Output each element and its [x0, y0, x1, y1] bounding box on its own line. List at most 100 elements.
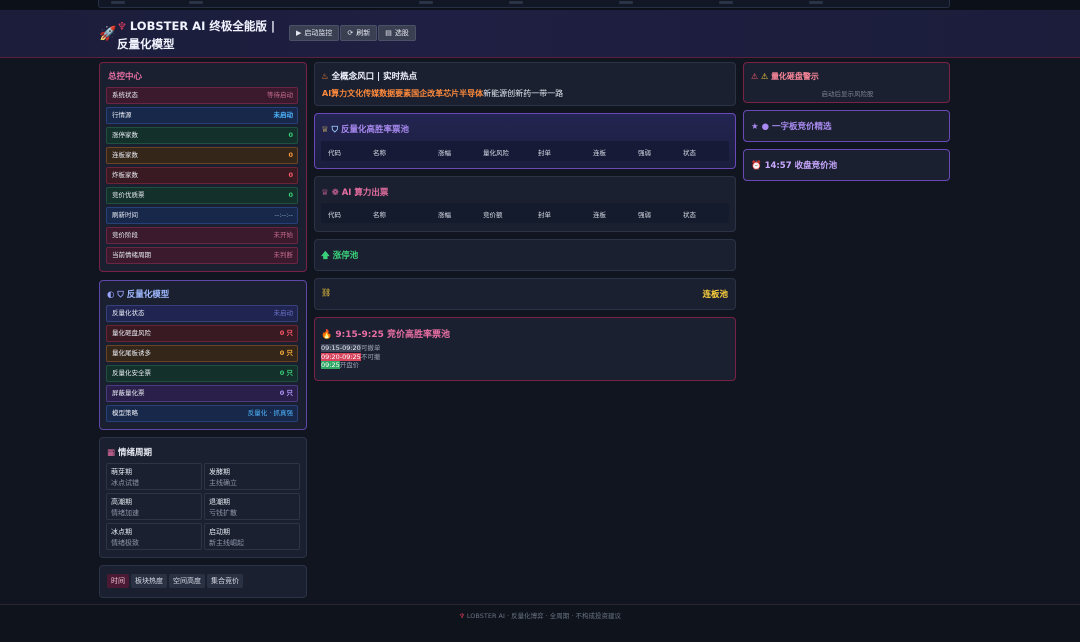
cell-desc: 新主线崛起 [209, 539, 244, 547]
one-word-board-panel: ★ ● 一字板竞价精选 [743, 110, 950, 142]
lobster-icon: ♆ [117, 20, 127, 33]
emotion-cell: 冰点期 情绪极致 [106, 523, 202, 550]
cell-name: 高潮期 [111, 498, 132, 506]
concept-tag[interactable]: 新能源 [483, 89, 507, 98]
column-header: 代码 [328, 149, 341, 157]
row-label: 竞价优质票 [112, 191, 145, 199]
button-label: 刷新 [356, 29, 371, 37]
hot-title-text: 全概念风口 | 实时热点 [331, 72, 418, 82]
alarm-clock-icon: ⏰ [751, 161, 762, 171]
anti-quant-row: 量化砸盘风险 0 只 [106, 325, 298, 342]
consecutive-pool-title: 连板池 [702, 290, 728, 300]
concept-tag[interactable]: 文化传媒 [347, 89, 379, 98]
cell-name: 退潮期 [209, 498, 230, 506]
brain-icon: ❁ [331, 188, 339, 198]
column-header: 代码 [328, 211, 341, 219]
emotion-cell: 启动期 新主线崛起 [204, 523, 300, 550]
cell-desc: 主线确立 [209, 479, 237, 487]
row-label: 刷新时间 [112, 211, 138, 219]
row-value: 0 [288, 171, 293, 179]
row-label: 连板家数 [112, 151, 138, 159]
schedule-text: 不可撤 [360, 352, 381, 361]
row-label: 行情源 [112, 111, 132, 119]
warning-icon: ⚠ [760, 72, 769, 81]
emotion-cell: 萌芽期 冰点试错 [106, 463, 202, 490]
tab-space-height[interactable]: 空间高度 [169, 574, 205, 588]
pool-title-text: 涨停池 [332, 251, 359, 261]
column-header: 连板 [593, 149, 606, 157]
limit-up-pool-panel: 🡅 涨停池 [314, 239, 736, 271]
anti-quant-row: 反量化状态 未启动 [106, 305, 298, 322]
column-header: 状态 [683, 149, 696, 157]
control-row: 涨停家数 0 [106, 127, 298, 144]
emotion-cycle-title: ▦ 情绪周期 [107, 446, 152, 458]
title-line-1: LOBSTER AI 终极全能版 | [129, 19, 276, 33]
anti-quant-pool-panel: ♕ ⛉ 反量化高胜率票池 代码 名称 涨幅 量化风险 封单 连板 强弱 状态 [314, 113, 736, 169]
control-row: 连板家数 0 [106, 147, 298, 164]
tab-time[interactable]: 时间 [107, 574, 129, 588]
emotion-cell: 发酵期 主线确立 [204, 463, 300, 490]
warning-title-text: 量化砸盘警示 [770, 72, 819, 81]
row-value: 未启动 [273, 309, 294, 317]
column-header: 量化风险 [483, 149, 509, 157]
row-label: 反量化安全票 [112, 369, 151, 377]
concept-tag[interactable]: 一带一路 [531, 89, 563, 98]
header-actions: ▶ 启动监控 ⟳ 刷新 ▤ 选股 [289, 25, 416, 41]
concept-tag[interactable]: AI算力 [322, 89, 347, 98]
rocket-icon: 🚀 [99, 26, 117, 42]
column-header: 竞价额 [483, 211, 503, 219]
row-value: 未判断 [273, 251, 294, 259]
row-label: 量化尾板诱多 [112, 349, 151, 357]
schedule-text: 开盘价 [339, 361, 360, 369]
row-label: 炸板家数 [112, 171, 138, 179]
title-line-2: 反量化模型 [117, 37, 175, 51]
chart-icon: ▤ [385, 29, 392, 37]
concept-tag[interactable]: 数据要素 [379, 89, 411, 98]
refresh-button[interactable]: ⟳ 刷新 [340, 25, 378, 41]
button-label: 启动监控 [304, 29, 333, 37]
close-auction-title: ⏰ 14:57 收盘竞价池 [751, 159, 837, 171]
stock-pick-button[interactable]: ▤ 选股 [378, 25, 416, 41]
column-header: 名称 [373, 211, 386, 219]
start-monitor-button[interactable]: ▶ 启动监控 [289, 25, 340, 41]
strip-mark [719, 1, 733, 4]
warning-icon: ⚠ [751, 72, 759, 81]
control-row: 行情源 未启动 [106, 107, 298, 124]
star-icon: ★ [751, 122, 759, 132]
emotion-cell: 高潮期 情绪加速 [106, 493, 202, 520]
column-header: 涨幅 [438, 211, 451, 219]
row-label: 系统状态 [112, 91, 138, 99]
concept-tag[interactable]: 创新药 [507, 89, 531, 98]
consecutive-pool-panel: ⛓ 连板池 [314, 278, 736, 310]
row-label: 竞价阶段 [112, 231, 138, 239]
auction-pool-title: 🔥 9:15-9:25 竞价高胜率票池 [321, 327, 450, 340]
anti-quant-title-text: 反量化模型 [126, 290, 170, 300]
anti-quant-title: ◐ ⛉ 反量化模型 [107, 288, 169, 300]
warning-hint: 启动后显示风险股 [821, 90, 874, 98]
concept-tag[interactable]: 国企改革 [411, 89, 443, 98]
pool-title-text: AI 算力出票 [341, 188, 389, 198]
column-header: 强弱 [638, 149, 651, 157]
column-header: 涨幅 [438, 149, 451, 157]
emotion-cycle-panel: ▦ 情绪周期 萌芽期 冰点试错 发酵期 主线确立 高潮期 情绪加速 退潮期 亏钱扩散 冰… [99, 437, 307, 558]
tab-sector-heat[interactable]: 板块热度 [131, 574, 167, 588]
strip-mark [419, 1, 433, 4]
anti-quant-panel: ◐ ⛉ 反量化模型 反量化状态 未启动 量化砸盘风险 0 只 量化尾板诱多 0 只 反… [99, 280, 307, 430]
row-value: 反量化 · 抓真强 [247, 409, 293, 417]
tab-call-auction[interactable]: 集合竞价 [207, 574, 243, 588]
schedule-line: 09:25开盘价 [321, 361, 380, 370]
row-value: --:--:-- [274, 211, 293, 219]
control-center-title: 总控中心 [108, 72, 143, 82]
row-value: 0 [288, 151, 293, 159]
refresh-icon: ⟳ [347, 29, 354, 37]
cell-name: 发酵期 [209, 468, 230, 476]
bottom-tabs-panel: 时间 板块热度 空间高度 集合竞价 [99, 565, 307, 598]
app-header: 🚀 ♆ LOBSTER AI 终极全能版 | 反量化模型 ▶ 启动监控 ⟳ 刷新 ▤ 选… [0, 10, 1080, 58]
concept-tag[interactable]: 芯片半导体 [443, 89, 483, 98]
schedule-time: 09:25 [321, 361, 340, 369]
anti-quant-pool-title: ♕ ⛉ 反量化高胜率票池 [321, 123, 409, 135]
auction-pool-panel: 🔥 9:15-9:25 竞价高胜率票池 09:15-09:20可撤单 09:20… [314, 317, 736, 381]
control-row: 系统状态 等待启动 [106, 87, 298, 104]
close-auction-panel: ⏰ 14:57 收盘竞价池 [743, 149, 950, 181]
quant-warning-title: ⚠ ⚠ 量化砸盘警示 [751, 71, 819, 82]
